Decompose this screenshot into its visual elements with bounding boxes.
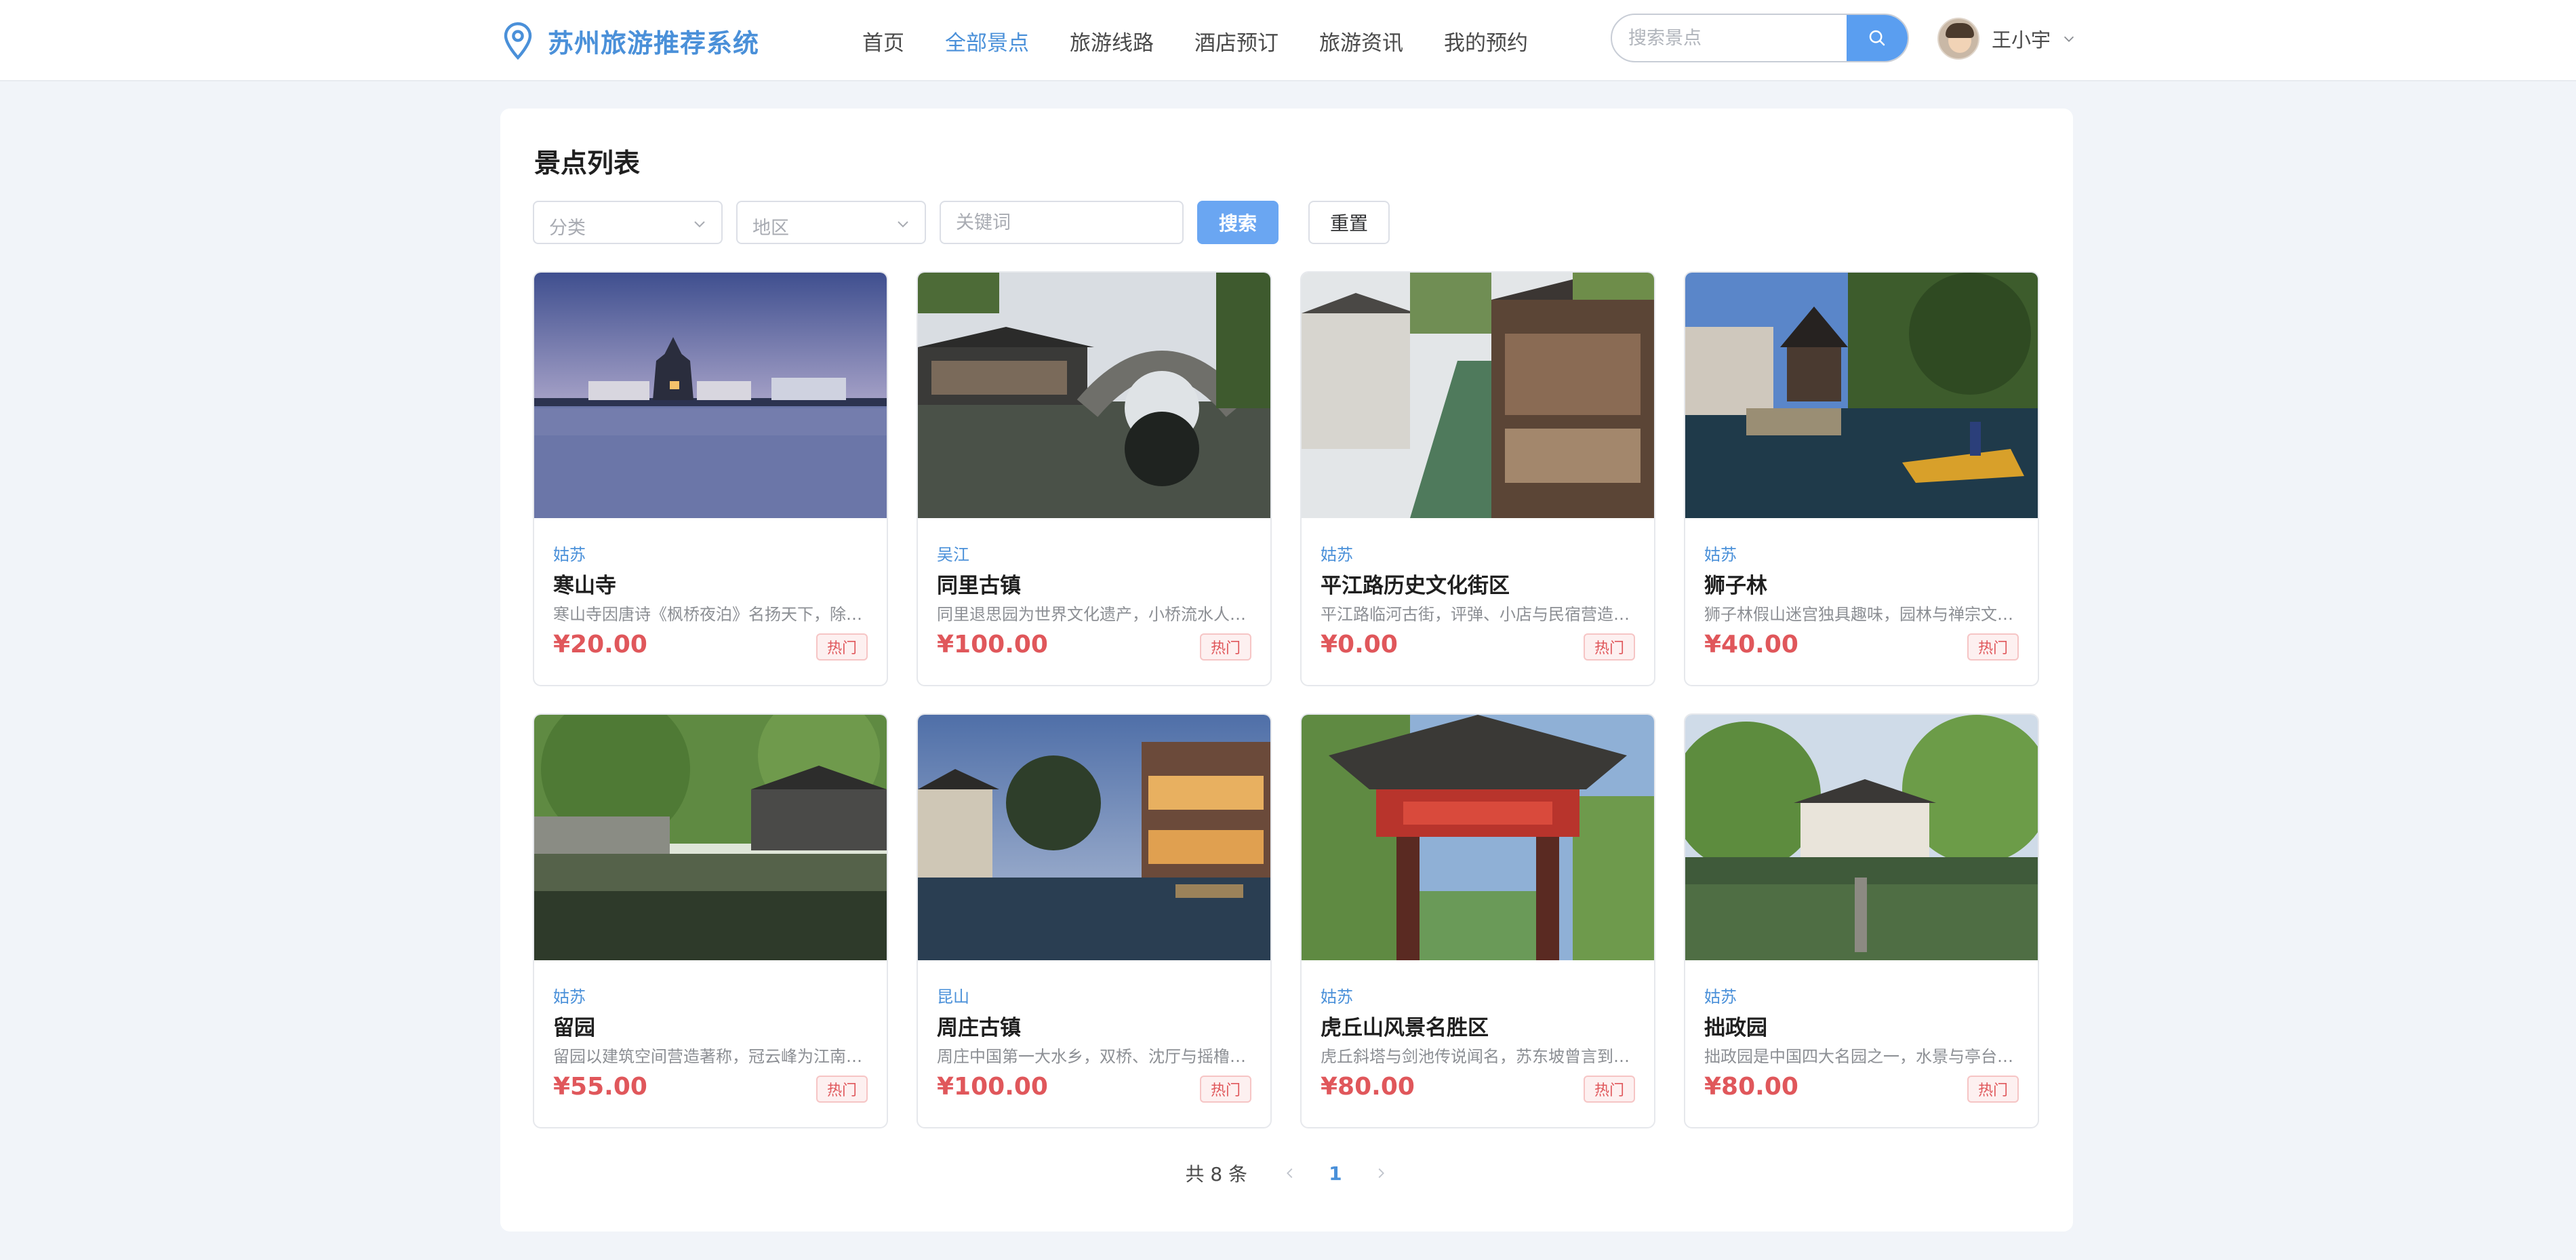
category-select[interactable]: 分类 — [533, 201, 723, 244]
attraction-photo — [1302, 273, 1654, 518]
region-select[interactable]: 地区 — [736, 201, 926, 244]
hot-badge: 热门 — [816, 633, 868, 661]
attraction-name: 平江路历史文化街区 — [1321, 574, 1510, 598]
attraction-photo — [1685, 273, 2038, 518]
nav-travel-news[interactable]: 旅游资讯 — [1319, 26, 1403, 56]
attraction-name: 拙政园 — [1704, 1016, 1767, 1040]
prev-page-icon[interactable] — [1283, 1166, 1297, 1181]
nav-hotel-booking[interactable]: 酒店预订 — [1194, 26, 1279, 56]
category-select-placeholder: 分类 — [549, 218, 586, 239]
pagination: 共 8 条 1 — [500, 1157, 2073, 1189]
hot-badge: 热门 — [1199, 1076, 1251, 1103]
attraction-description: 狮子林假山迷宫独具趣味，园林与禅宗文… — [1704, 605, 2013, 624]
user-menu[interactable]: 王小宇 — [1937, 16, 2076, 61]
attractions-panel: 景点列表 分类 地区 搜索 重置 — [500, 109, 2073, 1232]
main-nav: 首页 全部景点 旅游线路 酒店预订 旅游资讯 我的预约 — [862, 20, 1569, 61]
nav-my-reservations[interactable]: 我的预约 — [1444, 26, 1528, 56]
region-select-placeholder: 地区 — [752, 218, 789, 239]
attraction-description: 拙政园是中国四大名园之一，水景与亭台… — [1704, 1047, 2013, 1066]
attraction-price: ¥0.00 — [1321, 631, 1398, 658]
attraction-price: ¥80.00 — [1704, 1073, 1798, 1101]
attraction-photo — [1685, 715, 2038, 960]
chevron-down-icon — [2064, 36, 2074, 42]
hot-badge: 热门 — [1583, 1076, 1635, 1103]
attraction-description: 周庄中国第一大水乡，双桥、沈厅与摇橹… — [937, 1047, 1246, 1066]
attraction-photo — [1302, 715, 1654, 960]
attraction-photo — [918, 273, 1270, 518]
top-navbar: 苏州旅游推荐系统 首页 全部景点 旅游线路 酒店预订 旅游资讯 我的预约 王小宇 — [0, 0, 2576, 81]
filter-bar: 分类 地区 搜索 重置 — [533, 201, 1390, 244]
brand[interactable]: 苏州旅游推荐系统 — [502, 18, 759, 64]
search-icon — [1869, 30, 1885, 46]
search-input[interactable] — [1612, 15, 1847, 61]
attraction-card[interactable]: 吴江 同里古镇 同里退思园为世界文化遗产，小桥流水人… ¥100.00 热门 — [917, 271, 1272, 686]
hot-badge: 热门 — [816, 1076, 868, 1103]
attraction-region: 姑苏 — [1704, 545, 1737, 564]
attraction-description: 同里退思园为世界文化遗产，小桥流水人… — [937, 605, 1246, 624]
attraction-card[interactable]: 姑苏 平江路历史文化街区 平江路临河古街，评弹、小店与民宿营造… ¥0.00 热… — [1300, 271, 1655, 686]
app-title: 苏州旅游推荐系统 — [548, 28, 760, 58]
attraction-price: ¥20.00 — [553, 631, 647, 658]
attraction-price: ¥40.00 — [1704, 631, 1798, 658]
attraction-region: 姑苏 — [1321, 987, 1353, 1006]
attraction-card[interactable]: 姑苏 狮子林 狮子林假山迷宫独具趣味，园林与禅宗文… ¥40.00 热门 — [1684, 271, 2039, 686]
attraction-price: ¥55.00 — [553, 1073, 647, 1101]
search-button[interactable] — [1847, 15, 1908, 61]
attraction-region: 姑苏 — [553, 987, 586, 1006]
attraction-name: 留园 — [553, 1016, 595, 1040]
attraction-card[interactable]: 姑苏 寒山寺 寒山寺因唐诗《枫桥夜泊》名扬天下，除… ¥20.00 热门 — [533, 271, 888, 686]
attraction-card[interactable]: 姑苏 拙政园 拙政园是中国四大名园之一，水景与亭台… ¥80.00 热门 — [1684, 713, 2039, 1128]
attraction-photo — [534, 715, 887, 960]
user-name: 王小宇 — [1992, 28, 2051, 52]
attraction-region: 姑苏 — [1704, 987, 1737, 1006]
attraction-photo — [918, 715, 1270, 960]
reset-button[interactable]: 重置 — [1308, 201, 1390, 244]
nav-travel-routes[interactable]: 旅游线路 — [1070, 26, 1154, 56]
attraction-name: 周庄古镇 — [937, 1016, 1021, 1040]
page-number[interactable]: 1 — [1329, 1162, 1342, 1185]
total-count: 共 8 条 — [1185, 1163, 1248, 1185]
nav-home[interactable]: 首页 — [862, 26, 904, 56]
attraction-price: ¥100.00 — [937, 1073, 1048, 1101]
filter-search-button[interactable]: 搜索 — [1197, 201, 1279, 244]
attraction-card[interactable]: 姑苏 虎丘山风景名胜区 虎丘斜塔与剑池传说闻名，苏东坡曾言到… ¥80.00 热… — [1300, 713, 1655, 1128]
page-title: 景点列表 — [534, 149, 641, 179]
location-pin-icon — [504, 22, 532, 60]
next-page-icon[interactable] — [1373, 1166, 1388, 1181]
chevron-down-icon — [898, 221, 908, 228]
attraction-region: 姑苏 — [1321, 545, 1353, 564]
attraction-name: 同里古镇 — [937, 574, 1021, 598]
keyword-input[interactable] — [940, 201, 1184, 244]
attraction-region: 吴江 — [937, 545, 969, 564]
attraction-description: 平江路临河古街，评弹、小店与民宿营造… — [1321, 605, 1630, 624]
attraction-name: 寒山寺 — [553, 574, 616, 598]
hot-badge: 热门 — [1967, 633, 2019, 661]
attraction-name: 虎丘山风景名胜区 — [1321, 1016, 1489, 1040]
attraction-price: ¥100.00 — [937, 631, 1048, 658]
hot-badge: 热门 — [1967, 1076, 2019, 1103]
attraction-card[interactable]: 姑苏 留园 留园以建筑空间营造著称，冠云峰为江南… ¥55.00 热门 — [533, 713, 888, 1128]
hot-badge: 热门 — [1583, 633, 1635, 661]
attraction-description: 留园以建筑空间营造著称，冠云峰为江南… — [553, 1047, 862, 1066]
attraction-photo — [534, 273, 887, 518]
nav-all-attractions[interactable]: 全部景点 — [945, 26, 1029, 56]
chevron-down-icon — [694, 221, 705, 228]
hot-badge: 热门 — [1199, 633, 1251, 661]
attraction-price: ¥80.00 — [1321, 1073, 1415, 1101]
attraction-name: 狮子林 — [1704, 574, 1767, 598]
attraction-card[interactable]: 昆山 周庄古镇 周庄中国第一大水乡，双桥、沈厅与摇橹… ¥100.00 热门 — [917, 713, 1272, 1128]
attraction-region: 昆山 — [937, 987, 969, 1006]
avatar — [1937, 18, 1979, 60]
attraction-region: 姑苏 — [553, 545, 586, 564]
attraction-description: 虎丘斜塔与剑池传说闻名，苏东坡曾言到… — [1321, 1047, 1630, 1066]
header-search — [1611, 14, 1909, 62]
attraction-description: 寒山寺因唐诗《枫桥夜泊》名扬天下，除… — [553, 605, 862, 624]
